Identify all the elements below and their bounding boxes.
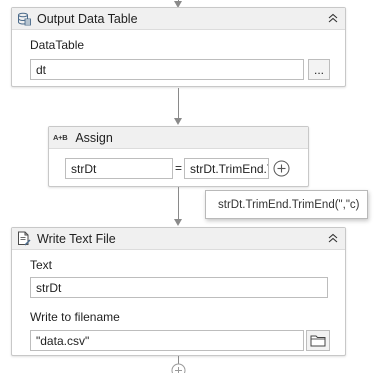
filename-label: Write to filename	[30, 310, 120, 324]
assign-activity[interactable]: A+B Assign strDt = strDt.TrimEnd.T	[48, 126, 309, 187]
write-text-file-header[interactable]: Write Text File	[12, 228, 345, 250]
text-input[interactable]: strDt	[30, 277, 328, 298]
datatable-browse-button[interactable]: ...	[308, 59, 330, 80]
folder-icon	[310, 334, 326, 347]
assign-value-input[interactable]: strDt.TrimEnd.T	[184, 158, 269, 179]
datatable-input[interactable]: dt	[30, 59, 304, 80]
output-data-table-activity[interactable]: Output Data Table DataTable dt ...	[11, 7, 346, 87]
folder-browse-button[interactable]	[306, 330, 330, 351]
flow-connector-2	[178, 187, 179, 220]
write-file-icon	[17, 231, 31, 246]
assign-header[interactable]: A+B Assign	[49, 127, 308, 149]
add-assignment-icon[interactable]	[273, 160, 290, 177]
add-activity-icon[interactable]	[171, 363, 186, 373]
flow-arrow-2	[174, 219, 182, 226]
output-data-table-header[interactable]: Output Data Table	[12, 8, 345, 30]
output-data-table-title: Output Data Table	[37, 11, 138, 26]
filename-input[interactable]: "data.csv"	[30, 330, 304, 351]
assign-icon: A+B	[53, 133, 68, 142]
assign-equals-sign: =	[175, 161, 183, 175]
collapse-chevron-icon[interactable]	[326, 11, 340, 25]
assign-to-input[interactable]: strDt	[65, 158, 173, 179]
flow-arrow-1	[174, 118, 182, 125]
write-text-file-activity[interactable]: Write Text File Text strDt Write to file…	[11, 227, 346, 356]
datatable-label: DataTable	[30, 38, 85, 52]
datatable-icon	[17, 12, 31, 26]
assign-title: Assign	[75, 130, 113, 145]
flow-connector-1	[178, 88, 179, 118]
text-label: Text	[30, 258, 53, 272]
collapse-chevron-icon[interactable]	[326, 231, 340, 245]
write-text-file-title: Write Text File	[37, 231, 116, 246]
expression-tooltip: strDt.TrimEnd.TrimEnd(","c)	[205, 190, 368, 219]
